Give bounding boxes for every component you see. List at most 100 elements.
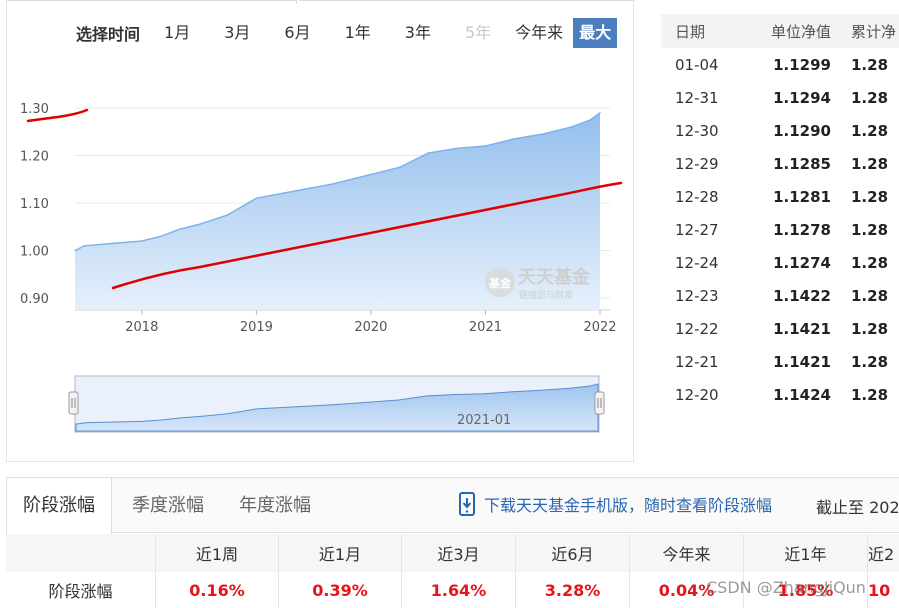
- nav-point-7: [226, 214, 229, 216]
- nav-date: 12-22: [675, 319, 719, 338]
- nav-cumulative-value: 1.28: [851, 286, 889, 305]
- nav-point-16: [513, 138, 515, 140]
- y-tick-label: 1.10: [20, 197, 49, 212]
- nav-point-19: [589, 119, 592, 121]
- nav-unit-value: 1.1285: [773, 154, 831, 173]
- nav-point-18: [570, 126, 573, 128]
- nav-unit-value: 1.1421: [773, 319, 831, 338]
- nav-unit-value: 1.1421: [773, 352, 831, 371]
- perf-header-cell: 近1周: [156, 534, 279, 572]
- nav-row: 12-22 1.1421 1.28: [661, 312, 899, 345]
- download-app-text[interactable]: 下载天天基金手机版，随时查看阶段涨幅: [484, 492, 772, 516]
- tab-stage-return[interactable]: 阶段涨幅: [6, 478, 112, 535]
- perf-header-cell: 近1月: [279, 534, 402, 572]
- nav-date: 12-20: [675, 385, 719, 404]
- x-tick-label: 2018: [125, 320, 158, 335]
- nav-cumulative-value: 1.28: [851, 352, 889, 371]
- performance-tabs: 阶段涨幅 季度涨幅 年度涨幅 下载天天基金手机版，随时查看阶段涨幅 截止至 20…: [6, 477, 899, 535]
- nav-row: 12-27 1.1278 1.28: [661, 213, 899, 246]
- nav-point-8: [255, 197, 258, 199]
- nav-row: 12-23 1.1422 1.28: [661, 279, 899, 312]
- perf-header-cell: [6, 534, 156, 572]
- nav-unit-value: 1.1424: [773, 385, 831, 404]
- nav-point-6: [198, 223, 200, 226]
- nav-point-4: [160, 235, 162, 238]
- nav-point-13: [427, 152, 430, 154]
- nav-date: 12-27: [675, 220, 719, 239]
- y-tick-label: 1.20: [20, 150, 49, 165]
- tab-quarter-return[interactable]: 季度涨幅: [116, 478, 220, 533]
- y-tick-label: 0.90: [20, 292, 49, 307]
- x-tick-label: 2021: [469, 320, 502, 335]
- nav-table-header: 日期 单位净值 累计净: [661, 14, 899, 48]
- nav-row: 12-30 1.1290 1.28: [661, 114, 899, 147]
- brand-watermark: 天天基金: [518, 266, 591, 288]
- navigator-right-handle[interactable]: [594, 391, 605, 415]
- perf-header-cell: 近1年: [744, 534, 868, 572]
- nav-point-1: [83, 245, 86, 247]
- nav-unit-value: 1.1281: [773, 187, 831, 206]
- nav-row: 12-31 1.1294 1.28: [661, 81, 899, 114]
- nav-date: 12-24: [675, 253, 719, 272]
- nav-date: 12-29: [675, 154, 719, 173]
- nav-cumulative-value: 1.28: [851, 385, 889, 404]
- y-tick-label: 1.30: [20, 102, 49, 117]
- nav-date: 01-04: [675, 55, 719, 74]
- nav-cumulative-value: 1.28: [851, 220, 889, 239]
- nav-row: 12-20 1.1424 1.28: [661, 378, 899, 411]
- nav-row: 12-24 1.1274 1.28: [661, 246, 899, 279]
- nav-date: 12-30: [675, 121, 719, 140]
- perf-header-cell: 近6月: [516, 534, 630, 572]
- navigator-label: 2021-01: [457, 413, 511, 428]
- nav-cumulative-value: 1.28: [851, 319, 889, 338]
- perf-row-label: 阶段涨幅: [6, 572, 156, 608]
- perf-value-cell: 0.16%: [156, 572, 279, 608]
- nav-unit-value: 1.1290: [773, 121, 831, 140]
- nav-point-2: [112, 242, 114, 245]
- nav-point-3: [141, 240, 143, 242]
- nav-unit-value: 1.1294: [773, 88, 831, 107]
- nav-unit-value: 1.1274: [773, 253, 831, 272]
- nav-cumulative-value: 1.28: [851, 88, 889, 107]
- nav-row: 01-04 1.1299 1.28: [661, 48, 899, 81]
- x-tick-label: 2019: [240, 320, 273, 335]
- nav-cumulative-value: 1.28: [851, 187, 889, 206]
- perf-header-cell: 今年来: [630, 534, 744, 572]
- nav-unit-value: 1.1299: [773, 55, 831, 74]
- header-cumulative-nav: 累计净: [851, 22, 897, 41]
- header-date: 日期: [675, 22, 706, 41]
- nav-date: 12-31: [675, 88, 719, 107]
- navigator-left-handle[interactable]: [68, 391, 79, 415]
- download-app-link[interactable]: 下载天天基金手机版，随时查看阶段涨幅: [458, 492, 772, 516]
- nav-point-11: [370, 173, 372, 176]
- perf-header-cell: 近2: [868, 545, 895, 564]
- perf-header-cell: 近3月: [402, 534, 516, 572]
- nav-cumulative-value: 1.28: [851, 55, 889, 74]
- nav-trend-chart: 1.30 1.20 1.10 1.00 0.90 2018 2019 2020 2021 202…: [20, 102, 623, 433]
- perf-value-cell: 1.64%: [402, 572, 516, 608]
- nav-cumulative-value: 1.28: [851, 121, 889, 140]
- deadline-text: 截止至 202: [816, 498, 899, 517]
- nav-point-20: [599, 112, 601, 114]
- nav-point-12: [398, 166, 401, 169]
- x-tick-label: 2022: [583, 320, 616, 335]
- brand-watermark-sub: 链接您与财富: [519, 289, 573, 301]
- nav-row: 12-28 1.1281 1.28: [661, 180, 899, 213]
- nav-point-14: [456, 147, 458, 150]
- nav-row: 12-29 1.1285 1.28: [661, 147, 899, 180]
- nav-date: 12-23: [675, 286, 719, 305]
- y-tick-label: 1.00: [20, 245, 49, 260]
- csdn-watermark: CSDN @ZhangJiQun: [706, 578, 866, 597]
- header-unit-nav: 单位净值: [770, 22, 831, 41]
- nav-point-15: [484, 145, 487, 147]
- nav-point-10: [331, 183, 334, 185]
- perf-value-cell: 3.28%: [516, 572, 630, 608]
- nav-row: 12-21 1.1421 1.28: [661, 345, 899, 378]
- nav-point-5: [179, 228, 181, 230]
- nav-cumulative-value: 1.28: [851, 253, 889, 272]
- perf-header-row: 近1周 近1月 近3月 近6月 今年来 近1年 近2: [6, 534, 899, 572]
- phone-icon: [459, 492, 475, 516]
- nav-point-9: [293, 190, 296, 192]
- perf-value-cell: 0.39%: [279, 572, 402, 608]
- tab-annual-return[interactable]: 年度涨幅: [223, 478, 327, 533]
